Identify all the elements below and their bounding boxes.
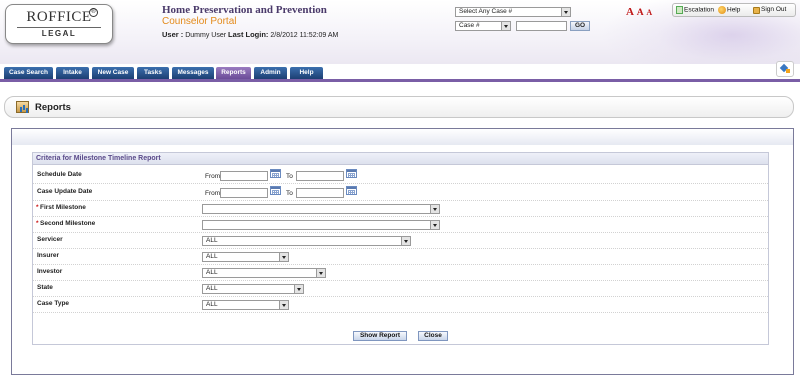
investor-value: ALL xyxy=(206,269,218,276)
case-select[interactable]: Select Any Case # xyxy=(455,7,571,17)
report-icon xyxy=(16,101,29,113)
row-separator xyxy=(33,183,768,184)
font-size-medium-button[interactable]: A xyxy=(637,8,644,18)
row-separator xyxy=(33,312,768,313)
case-type-label: Case Type xyxy=(37,300,70,307)
second-milestone-label-text: Second Milestone xyxy=(40,220,96,227)
font-size-controls: A A A xyxy=(626,6,653,18)
chevron-down-icon[interactable] xyxy=(316,269,325,277)
tab-admin[interactable]: Admin xyxy=(254,67,287,79)
help-link[interactable]: Help xyxy=(718,6,740,14)
first-milestone-label-text: First Milestone xyxy=(40,204,86,211)
registered-mark: ® xyxy=(89,8,98,17)
schedule-date-label: Schedule Date xyxy=(37,171,82,178)
page-title: Reports xyxy=(35,102,71,113)
user-info: User : Dummy User Last Login: 2/8/2012 1… xyxy=(162,30,338,39)
state-select[interactable]: ALL xyxy=(202,284,304,294)
chevron-down-icon[interactable] xyxy=(279,301,288,309)
investor-select[interactable]: ALL xyxy=(202,268,326,278)
tab-intake[interactable]: Intake xyxy=(56,67,89,79)
update-from-label: From xyxy=(205,190,221,197)
sign-out-link[interactable]: Sign Out xyxy=(753,6,787,14)
calendar-icon[interactable] xyxy=(346,186,357,195)
tab-tasks[interactable]: Tasks xyxy=(137,67,169,79)
chevron-down-icon[interactable] xyxy=(294,285,303,293)
schedule-from-label: From xyxy=(205,173,221,180)
chevron-down-icon[interactable] xyxy=(430,221,439,229)
insurer-select[interactable]: ALL xyxy=(202,252,289,262)
user-label: User : xyxy=(162,30,184,39)
tool-icon[interactable] xyxy=(776,61,794,77)
chevron-down-icon[interactable] xyxy=(279,253,288,261)
case-type-select[interactable]: ALL xyxy=(202,300,289,310)
chevron-down-icon[interactable] xyxy=(561,8,570,16)
escalation-icon xyxy=(676,6,683,14)
case-search-input[interactable] xyxy=(516,21,567,31)
tab-new-case[interactable]: New Case xyxy=(92,67,134,79)
state-label: State xyxy=(37,284,53,291)
tab-case-search[interactable]: Case Search xyxy=(4,67,53,79)
calendar-icon[interactable] xyxy=(346,169,357,178)
sign-out-label: Sign Out xyxy=(761,6,787,14)
escalation-link[interactable]: Escalation xyxy=(676,6,714,14)
criteria-title: Criteria for Milestone Timeline Report xyxy=(33,153,768,165)
case-type-value: ALL xyxy=(206,301,218,308)
servicer-select[interactable]: ALL xyxy=(202,236,411,246)
servicer-value: ALL xyxy=(206,237,218,244)
calendar-icon[interactable] xyxy=(270,169,281,178)
tab-messages[interactable]: Messages xyxy=(172,67,214,79)
first-milestone-label: * First Milestone xyxy=(36,204,86,211)
chevron-down-icon[interactable] xyxy=(501,22,510,30)
help-label: Help xyxy=(727,6,741,14)
second-milestone-select[interactable] xyxy=(202,220,440,230)
last-login-value: 2/8/2012 11:52:09 AM xyxy=(270,32,339,39)
tab-help[interactable]: Help xyxy=(290,67,323,79)
font-size-large-button[interactable]: A xyxy=(626,6,634,18)
servicer-label: Servicer xyxy=(37,236,63,243)
tab-reports[interactable]: Reports xyxy=(216,67,251,79)
second-milestone-label: * Second Milestone xyxy=(36,220,96,227)
case-update-date-label: Case Update Date xyxy=(37,188,93,195)
font-size-small-button[interactable]: A xyxy=(646,8,652,17)
logo-subtext: LEGAL xyxy=(17,27,101,38)
chevron-down-icon[interactable] xyxy=(430,205,439,213)
state-value: ALL xyxy=(206,285,218,292)
panel-header-band xyxy=(12,129,793,145)
schedule-to-label: To xyxy=(286,173,293,180)
escalation-label: Escalation xyxy=(684,6,714,14)
chevron-down-icon[interactable] xyxy=(401,237,410,245)
page-title-bar: Reports xyxy=(4,96,794,118)
update-to-label: To xyxy=(286,190,293,197)
top-links: Escalation Help Sign Out xyxy=(672,3,796,17)
investor-label: Investor xyxy=(37,268,63,275)
go-button[interactable]: GO xyxy=(570,21,590,31)
calendar-icon[interactable] xyxy=(270,186,281,195)
app-header: ROFFICE ® LEGAL Home Preservation and Pr… xyxy=(0,0,800,64)
app-subtitle: Counselor Portal xyxy=(162,16,237,27)
case-update-to-input[interactable] xyxy=(296,188,344,198)
app-title: Home Preservation and Prevention xyxy=(162,4,327,16)
first-milestone-select[interactable] xyxy=(202,204,440,214)
user-name: Dummy User xyxy=(185,32,227,39)
last-login-label: Last Login: xyxy=(228,30,269,39)
schedule-date-to-input[interactable] xyxy=(296,171,344,181)
tab-underline xyxy=(0,79,800,82)
required-marker: * xyxy=(36,220,39,227)
case-update-from-input[interactable] xyxy=(220,188,268,198)
close-button[interactable]: Close xyxy=(418,331,448,341)
required-marker: * xyxy=(36,204,39,211)
show-report-button[interactable]: Show Report xyxy=(353,331,407,341)
case-type-select[interactable]: Case # xyxy=(455,21,511,31)
insurer-label: Insurer xyxy=(37,252,60,259)
insurer-value: ALL xyxy=(206,253,218,260)
case-select-value: Select Any Case # xyxy=(459,8,513,15)
app-logo[interactable]: ROFFICE ® LEGAL xyxy=(5,4,113,44)
lock-icon xyxy=(753,7,760,14)
case-type-select-value: Case # xyxy=(459,22,480,29)
help-icon xyxy=(718,6,726,14)
criteria-panel: Criteria for Milestone Timeline Report S… xyxy=(32,152,769,345)
schedule-date-from-input[interactable] xyxy=(220,171,268,181)
